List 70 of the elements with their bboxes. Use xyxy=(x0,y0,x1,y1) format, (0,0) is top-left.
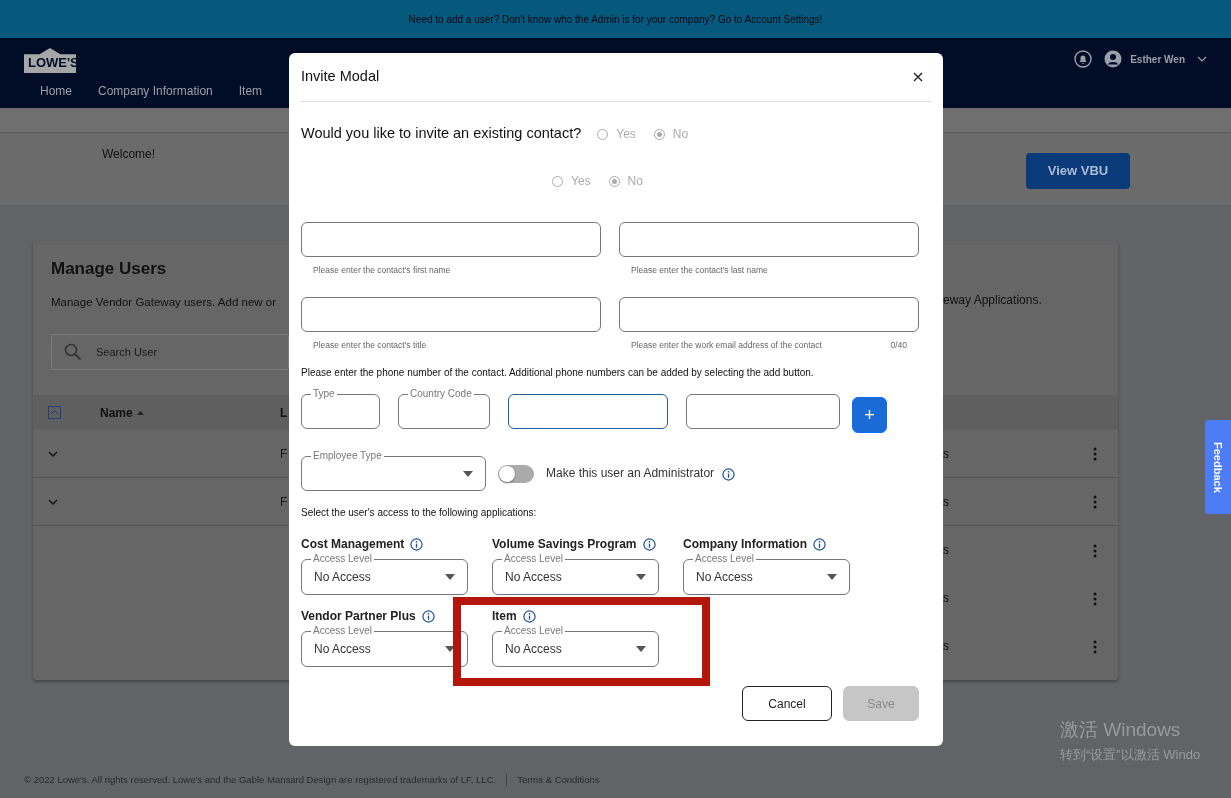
user-avatar-icon[interactable] xyxy=(1104,50,1123,68)
table-cell: F xyxy=(280,446,288,461)
helper-text: Please enter the contact's last name xyxy=(631,264,768,277)
character-counter: 0/40 xyxy=(890,339,907,352)
table-cell: s xyxy=(943,494,949,509)
table-cell: F xyxy=(280,494,288,509)
dropdown-caret-icon[interactable] xyxy=(636,646,646,652)
text-input[interactable] xyxy=(301,297,601,332)
info-icon[interactable] xyxy=(813,537,826,551)
phone-input[interactable] xyxy=(686,394,840,429)
expand-chevron-icon[interactable] xyxy=(48,451,58,458)
user-name[interactable]: Esther Wen xyxy=(1130,51,1185,67)
admin-toggle[interactable] xyxy=(498,465,534,483)
info-icon[interactable] xyxy=(410,537,424,551)
nav-link[interactable]: Home xyxy=(40,82,72,100)
dropdown-caret-icon[interactable] xyxy=(445,574,455,580)
nav-link[interactable]: Item xyxy=(238,82,263,100)
nav-link[interactable]: Company Information xyxy=(98,82,213,100)
modal-title: Invite Modal xyxy=(301,67,380,87)
helper-text: Please enter the work email address of the contact xyxy=(631,339,822,352)
view-vbu-button[interactable]: View VBU xyxy=(1026,153,1130,189)
card-title: Manage Users xyxy=(51,259,167,279)
dropdown-caret-icon[interactable] xyxy=(636,574,646,580)
application-name: Item xyxy=(492,608,517,625)
dropdown-caret-icon[interactable] xyxy=(827,574,837,580)
table-cell: s xyxy=(943,591,949,605)
application-name: Company Information xyxy=(683,536,807,553)
text-input[interactable] xyxy=(619,297,919,332)
instruction-text: Please enter the phone number of the contact. Additional phone numbers can be added by selecting the add button. xyxy=(301,366,815,380)
close-icon[interactable] xyxy=(913,72,923,82)
info-icon[interactable] xyxy=(522,609,536,623)
search-icon xyxy=(64,343,82,361)
sort-arrow-icon[interactable] xyxy=(136,410,144,415)
table-cell: s xyxy=(943,639,949,653)
toggle-label: Make this user an Administrator xyxy=(546,465,715,482)
table-cell: s xyxy=(943,446,949,461)
dropdown-caret-icon[interactable] xyxy=(445,646,455,652)
search-field[interactable]: Search User xyxy=(51,334,289,370)
text-input[interactable] xyxy=(619,222,919,257)
application-name: Volume Savings Program xyxy=(492,536,637,553)
info-icon[interactable] xyxy=(421,609,435,623)
description-text: Manage Vendor Gateway users. Add new or xyxy=(51,295,278,310)
bell-icon[interactable] xyxy=(1074,50,1093,68)
application-name: Cost Management xyxy=(301,536,405,553)
column-header[interactable]: Name xyxy=(100,403,133,422)
description-text: eway Applications. xyxy=(943,292,1042,309)
phone-input[interactable] xyxy=(508,394,668,429)
add-phone-button[interactable]: + xyxy=(852,397,887,433)
more-options-icon[interactable] xyxy=(1093,591,1097,606)
welcome-text: Welcome! xyxy=(102,146,156,163)
info-icon[interactable] xyxy=(642,537,656,551)
question-text: Would you like to invite an existing contact? xyxy=(301,124,582,144)
dropdown-caret-icon[interactable] xyxy=(463,470,473,477)
os-notice-title: 激活 Windows xyxy=(1060,718,1182,742)
helper-text: Please enter the contact's title xyxy=(313,339,427,352)
text-input[interactable] xyxy=(301,222,601,257)
expand-chevron-icon[interactable] xyxy=(48,499,58,506)
action-button[interactable]: Cancel xyxy=(742,686,832,721)
chevron-down-icon[interactable] xyxy=(1197,56,1207,62)
table-cell: s xyxy=(943,543,949,557)
helper-text: Please enter the contact's first name xyxy=(313,264,451,277)
more-options-icon[interactable] xyxy=(1093,495,1097,510)
application-name: Vendor Partner Plus xyxy=(301,608,416,625)
feedback-tab[interactable]: Feedback xyxy=(1205,420,1231,514)
banner-text: Need to add a user? Don't know who the Admin is for your company? Go to Account Settings! xyxy=(408,12,823,27)
more-options-icon[interactable] xyxy=(1093,447,1097,462)
info-icon[interactable] xyxy=(722,468,736,481)
more-options-icon[interactable] xyxy=(1093,639,1097,654)
more-options-icon[interactable] xyxy=(1093,543,1097,558)
instruction-text: Select the user's access to the following applications: xyxy=(301,506,538,520)
